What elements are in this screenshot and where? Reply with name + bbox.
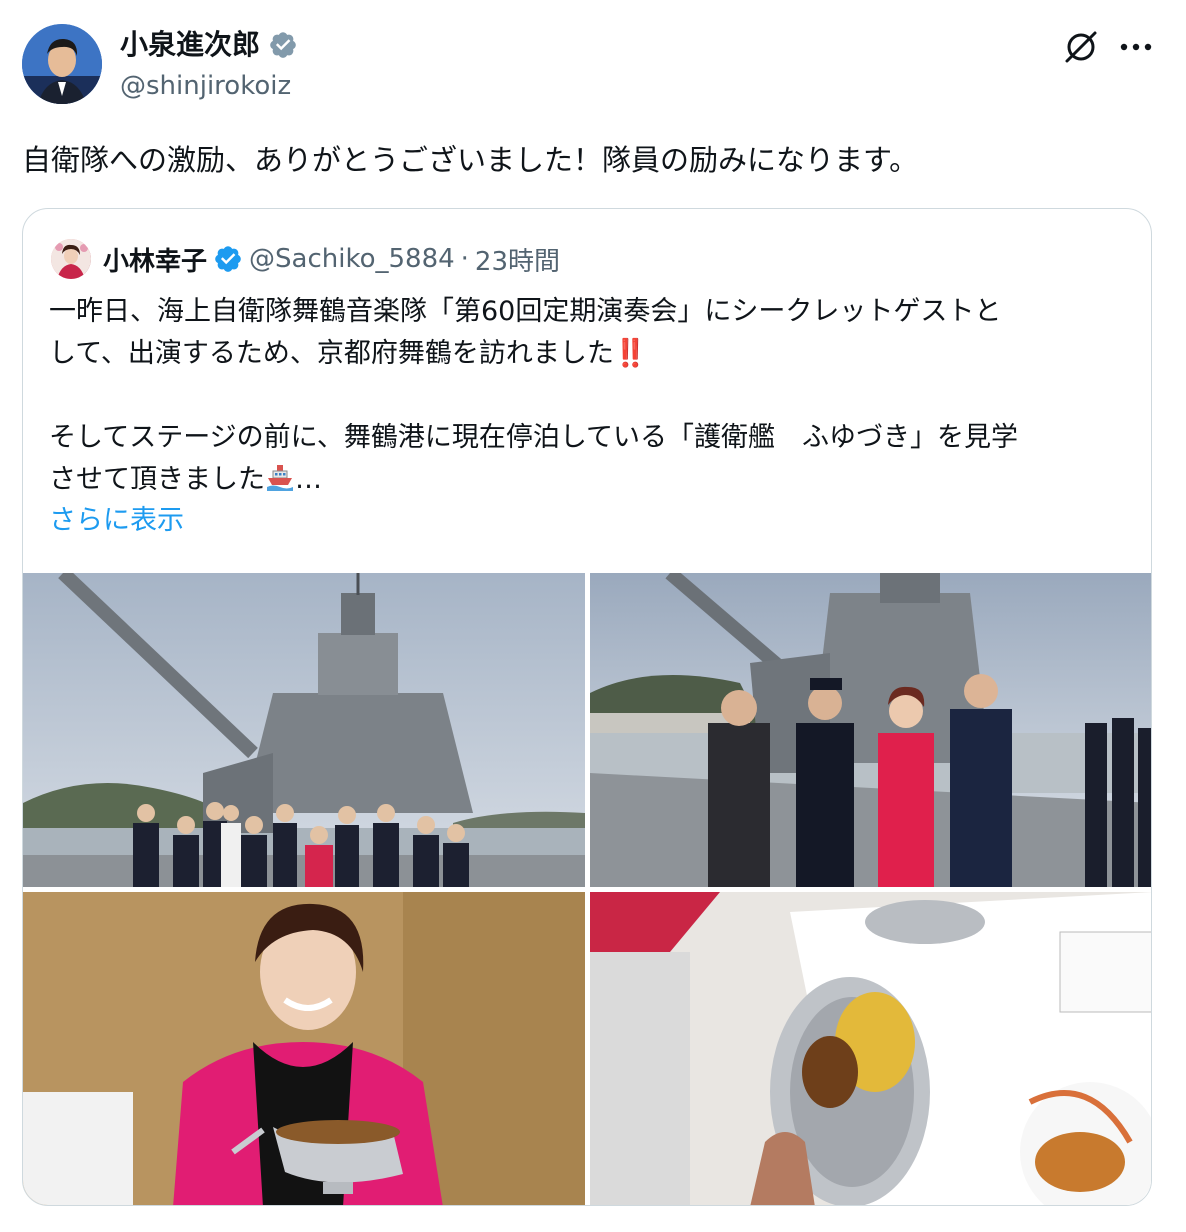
curry-plate-photo[interactable] xyxy=(590,892,1151,1205)
author-name-text[interactable]: 小泉進次郎 xyxy=(120,28,260,62)
quoted-author-handle[interactable]: @Sachiko_5884 xyxy=(249,244,455,274)
quoted-text-line-4-text: させて頂きました xyxy=(49,464,265,495)
quoted-text-line-3: そしてステージの前に、舞鶴港に現在停泊している「護衛艦 ふゆづき」を見学 xyxy=(49,422,1019,453)
quoted-post-text: 一昨日、海上自衛隊舞鶴音楽隊「第60回定期演奏会」にシークレットゲストと して、… xyxy=(49,291,1129,501)
author-name[interactable]: 小泉進次郎 xyxy=(120,28,298,62)
ellipsis: … xyxy=(295,464,322,495)
quoted-post-time[interactable]: 23時間 xyxy=(475,241,560,278)
more-options-icon[interactable] xyxy=(1116,30,1156,64)
quoted-text-line-1: 一昨日、海上自衛隊舞鶴音楽隊「第60回定期演奏会」にシークレットゲストと xyxy=(49,296,1002,327)
author-handle[interactable]: @shinjirokoiz xyxy=(120,70,291,102)
grok-icon[interactable] xyxy=(1062,28,1100,66)
quoted-verified-badge-icon xyxy=(215,246,241,272)
quoted-author-avatar[interactable] xyxy=(51,239,91,279)
woman-with-curry-photo[interactable] xyxy=(23,892,585,1205)
ship-emoji-icon xyxy=(267,465,293,491)
post-text: 自衛隊への激励、ありがとうございました！隊員の励みになります。 xyxy=(22,143,919,177)
quoted-text-line-2-text: して、出演するため、京都府舞鶴を訪れました xyxy=(49,338,614,369)
post-container: 小泉進次郎 @shinjirokoiz 自衛隊への激励、ありがとうございました！… xyxy=(0,0,1186,1232)
verified-badge-icon xyxy=(270,32,296,58)
quoted-post-header: 小林幸子 @Sachiko_5884 · 23時間 xyxy=(103,241,560,277)
ship-deck-group-photo[interactable] xyxy=(23,573,585,887)
ship-deck-four-people-photo[interactable] xyxy=(590,573,1151,887)
quoted-post-card[interactable]: 小林幸子 @Sachiko_5884 · 23時間 一昨日、海上自衛隊舞鶴音楽隊… xyxy=(22,208,1152,1206)
quoted-text-line-2: して、出演するため、京都府舞鶴を訪れました‼️ xyxy=(49,333,1129,375)
author-avatar[interactable] xyxy=(22,24,102,104)
header-separator: · xyxy=(460,244,469,274)
double-exclamation-emoji: ‼️ xyxy=(613,338,648,369)
quoted-author-name[interactable]: 小林幸子 xyxy=(103,241,207,278)
quoted-text-line-4: させて頂きました … xyxy=(49,459,1129,501)
show-more-link[interactable]: さらに表示 xyxy=(49,501,184,541)
